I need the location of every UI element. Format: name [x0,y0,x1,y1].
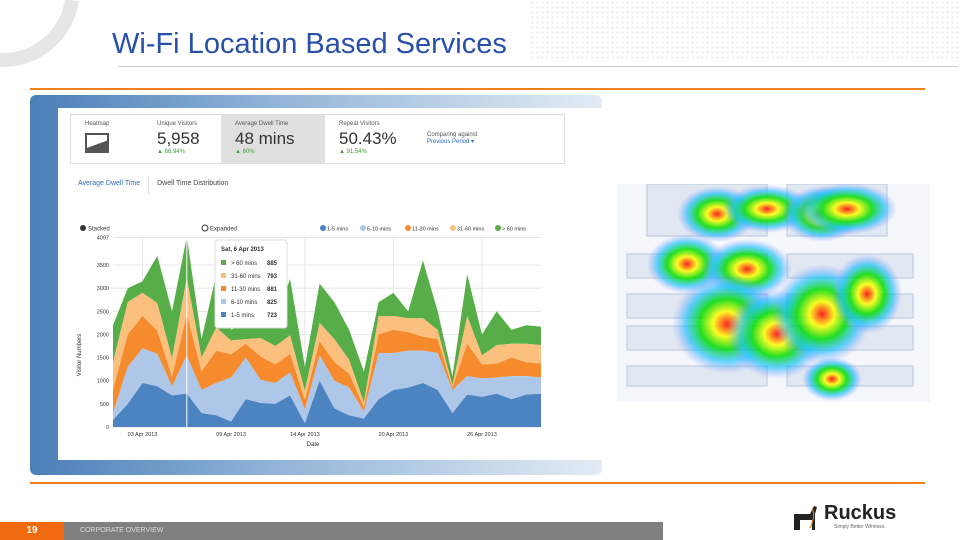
tooltip-series: 1-5 mins [231,313,254,319]
y-tick-label: 2500 [97,309,109,315]
ruckus-logo: Ruckus Simply Better Wireless. [790,500,910,534]
dog-logo-icon [794,506,817,530]
chart-legend: 1-5 mins 6-10 mins 11-30 mins 31-60 mins > 6… [320,225,526,233]
legend-label: 11-30 mins [412,227,439,233]
x-tick-label: 09 Apr 2013 [216,432,246,438]
kpi-repeat-visitors[interactable]: Repeat Visitors 50.43% ▲ 91.54% [325,115,413,163]
tooltip: Sat, 6 Apr 2013 > 60 mins 885 31-60 mins 79… [214,239,288,329]
x-tick-label: 20 Apr 2013 [379,432,409,438]
tooltip-value: 881 [267,287,278,293]
y-tick-label: 500 [100,402,109,408]
comparison-selector: Comparing against Previous Period ▾ [413,115,533,163]
mode-toggle: Stacked Expanded [80,224,237,233]
tooltip-swatch [221,299,226,304]
kpi-heatmap[interactable]: Heatmap [71,115,143,163]
floorplan-heatmap [626,184,914,401]
kpi-value: 48 mins [235,129,295,148]
x-tick-label: 14 Apr 2013 [290,432,320,438]
tooltip-swatch [221,286,226,291]
kpi-delta: ▲ 66.94% [157,149,185,155]
kpi-unique-visitors[interactable]: Unique Visitors 5,958 ▲ 66.94% [143,115,221,163]
logo-wordmark: Ruckus [824,502,897,524]
chart-tabs: Average Dwell Time Dwell Time Distributi… [70,176,236,195]
tooltip-swatch [221,260,226,265]
legend-label: 6-10 mins [367,227,391,233]
bottom-orange-divider [30,482,925,484]
logo-tagline: Simply Better Wireless. [834,524,886,530]
expanded-label: Expanded [210,227,237,233]
title-divider [118,66,958,67]
kpi-value: 50.43% [339,129,397,148]
x-axis-label: Date [307,442,320,448]
legend-marker[interactable] [450,225,456,231]
kpi-label: Unique Visitors [157,121,198,127]
kpi-value: 5,958 [157,129,200,148]
y-tick-label: 3500 [97,263,109,269]
y-tick-label: 0 [106,425,109,431]
kpi-average-dwell-time[interactable]: Average Dwell Time 48 mins ▲ 60% [221,115,325,163]
kpi-label: Repeat Visitors [339,121,380,127]
tooltip-swatch [221,312,226,317]
footer-text: CORPORATE OVERVIEW [80,527,164,534]
tooltip-value: 793 [267,274,278,280]
legend-marker[interactable] [405,225,411,231]
x-tick-label: 26 Apr 2013 [467,432,497,438]
x-tick-label: 03 Apr 2013 [128,432,158,438]
page-number: 19 [0,522,64,540]
kpi-delta: ▲ 60% [235,149,255,155]
tooltip-series: > 60 mins [231,261,257,267]
y-axis-label: Visitor Numbers [77,334,83,377]
y-tick-label: 2000 [97,332,109,338]
legend-marker[interactable] [360,225,366,231]
heatmap-image [617,184,930,402]
tab-average-dwell-time[interactable]: Average Dwell Time [70,176,150,195]
y-tick-label: 4097 [97,235,109,241]
tooltip-value: 825 [267,300,278,306]
decorative-dots [530,0,960,60]
tooltip-value: 723 [267,313,278,319]
legend-label: 31-60 mins [457,227,484,233]
slide-title: Wi-Fi Location Based Services [112,28,507,60]
image-icon [85,133,109,153]
tooltip-series: 6-10 mins [231,300,257,306]
dwell-time-chart: 0 500 1000 1500 2000 2500 3000 3500 4097 03 Apr 2… [77,224,541,448]
kpi-bar: Heatmap Unique Visitors 5,958 ▲ 66.94% A… [70,114,565,164]
y-tick-label: 1000 [97,379,109,385]
legend-label: > 60 mins [502,227,526,233]
previous-period-dropdown[interactable]: Previous Period ▾ [427,138,533,145]
stacked-label: Stacked [88,227,110,233]
kpi-label: Average Dwell Time [235,121,289,127]
kpi-delta: ▲ 91.54% [339,149,367,155]
decorative-circle [0,0,79,68]
legend-label: 1-5 mins [327,227,348,233]
expanded-radio[interactable] [201,224,209,232]
y-tick-label: 3000 [97,286,109,292]
tab-dwell-time-distribution[interactable]: Dwell Time Distribution [149,176,236,195]
legend-marker[interactable] [320,225,326,231]
legend-marker[interactable] [495,225,501,231]
tooltip-swatch [221,273,226,278]
stacked-radio[interactable] [80,225,86,231]
tooltip-series: 31-60 mins [231,274,261,280]
top-orange-divider [30,88,925,90]
kpi-label: Heatmap [85,121,110,127]
tooltip-series: 11-30 mins [231,287,260,293]
tooltip-title: Sat, 6 Apr 2013 [221,247,264,253]
tooltip-value: 885 [267,261,278,267]
y-tick-label: 1500 [97,356,109,362]
